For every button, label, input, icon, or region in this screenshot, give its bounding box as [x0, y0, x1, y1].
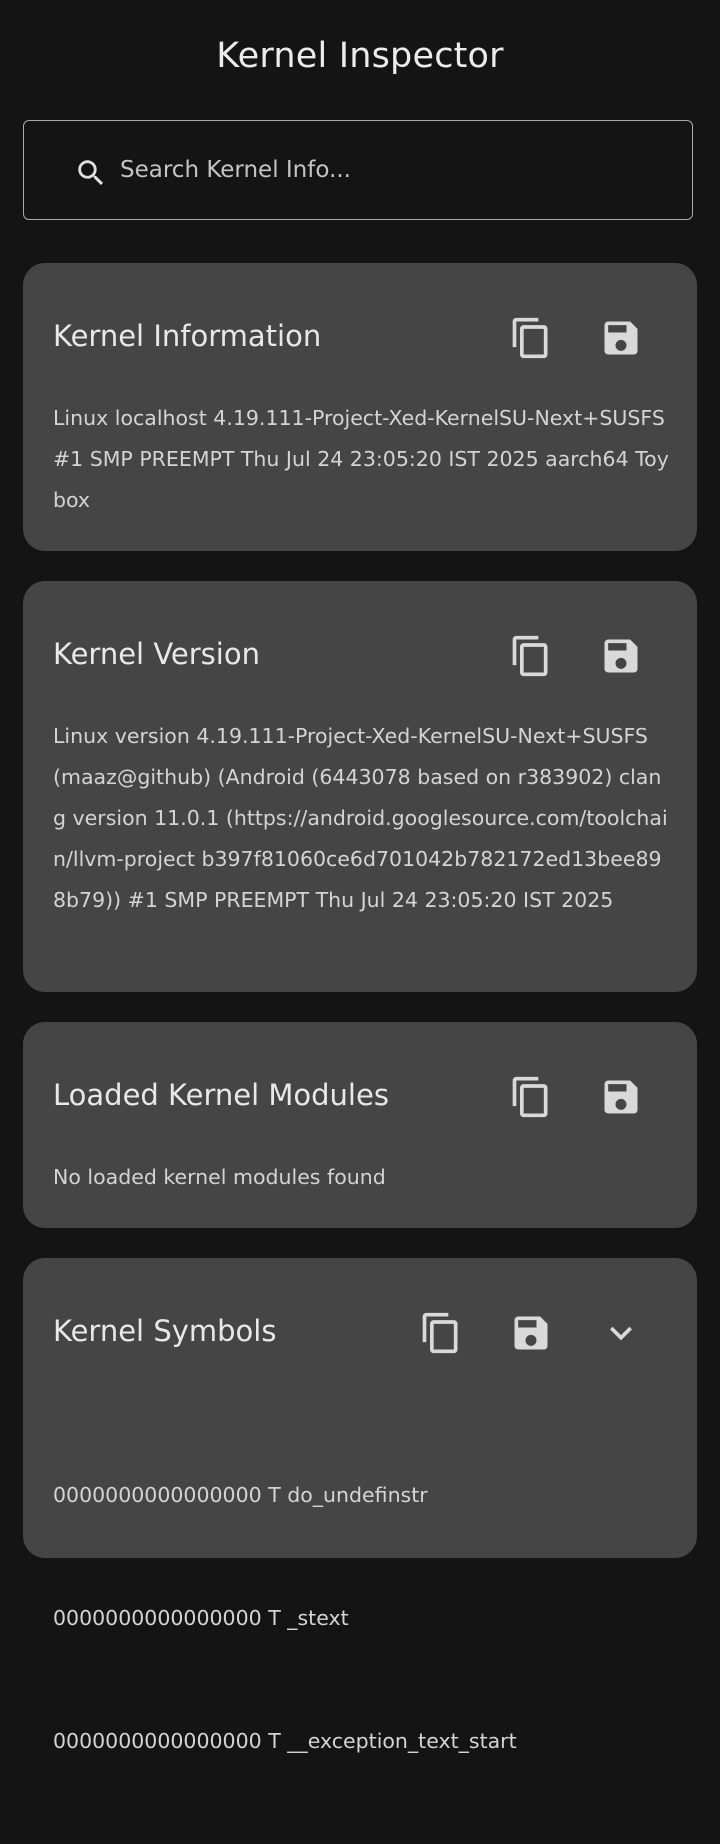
copy-icon[interactable]	[509, 1075, 553, 1119]
symbol-line: 0000000000000000 T do_undefinstr	[53, 1483, 428, 1507]
save-icon[interactable]	[599, 1075, 643, 1119]
symbol-line: 0000000000000000 T _stext	[53, 1606, 349, 1630]
search-box[interactable]	[23, 120, 693, 220]
kernel-symbols-card: Kernel Symbols 0000000000000000 T do_und…	[23, 1258, 697, 1753]
card-title: Kernel Information	[53, 319, 322, 353]
card-title: Kernel Symbols	[53, 1314, 277, 1348]
copy-icon[interactable]	[419, 1311, 463, 1355]
kernel-information-card: Kernel Information Linux localhost 4.19.…	[23, 263, 697, 551]
copy-icon[interactable]	[509, 634, 553, 678]
loaded-kernel-modules-card: Loaded Kernel Modules No loaded kernel m…	[23, 1022, 697, 1228]
chevron-down-icon[interactable]	[599, 1311, 643, 1355]
save-icon[interactable]	[599, 634, 643, 678]
card-body: Linux localhost 4.19.111-Project-Xed-Ker…	[53, 406, 672, 512]
page-title: Kernel Inspector	[216, 36, 504, 76]
copy-icon[interactable]	[509, 316, 553, 360]
search-input[interactable]	[120, 145, 660, 195]
save-icon[interactable]	[509, 1311, 553, 1355]
card-title: Loaded Kernel Modules	[53, 1078, 389, 1112]
card-body: 0000000000000000 T do_undefinstr 0000000…	[53, 1393, 673, 1844]
kernel-version-card: Kernel Version Linux version 4.19.111-Pr…	[23, 581, 697, 992]
save-icon[interactable]	[599, 316, 643, 360]
card-body: Linux version 4.19.111-Project-Xed-Kerne…	[53, 724, 668, 912]
card-body: No loaded kernel modules found	[53, 1165, 386, 1189]
search-icon	[74, 156, 108, 190]
symbol-line: 0000000000000000 T __exception_text_star…	[53, 1729, 517, 1753]
card-title: Kernel Version	[53, 637, 260, 671]
